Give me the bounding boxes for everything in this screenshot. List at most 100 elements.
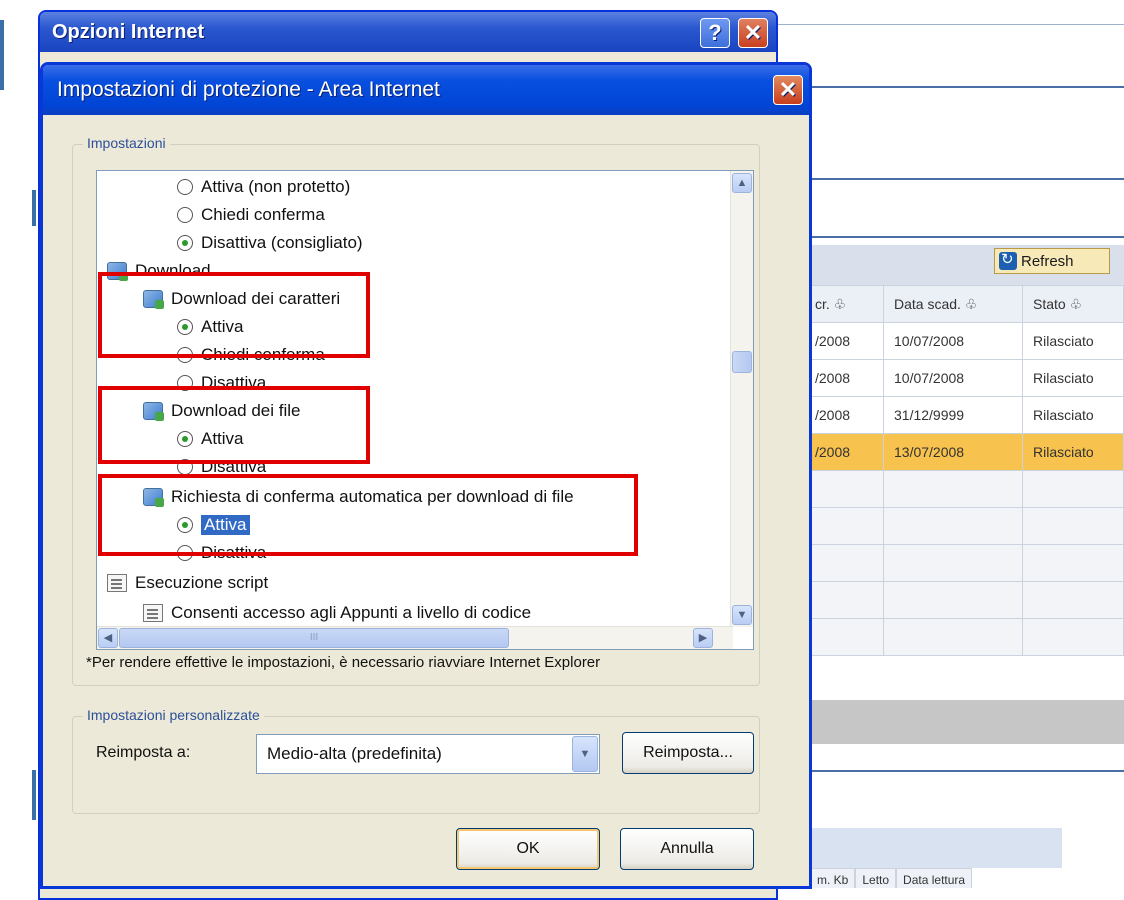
tree-item-label: Chiedi conferma bbox=[201, 205, 325, 224]
scroll-up-icon[interactable]: ▲ bbox=[732, 173, 752, 193]
tree-item[interactable]: Disattiva bbox=[177, 539, 266, 567]
radio-unchecked[interactable] bbox=[177, 179, 193, 195]
radio-checked[interactable] bbox=[177, 517, 193, 533]
custom-settings-label: Impostazioni personalizzate bbox=[83, 707, 264, 723]
setting-icon bbox=[143, 488, 164, 507]
tree-category-label: Esecuzione script bbox=[135, 573, 269, 592]
tree-item-label: Attiva bbox=[201, 429, 244, 448]
radio-checked[interactable] bbox=[177, 319, 193, 335]
vertical-scrollbar[interactable]: ▲ ▼ bbox=[730, 171, 753, 627]
table-cell: 10/07/2008 bbox=[883, 322, 1023, 360]
tree-item[interactable]: Disattiva bbox=[177, 369, 266, 397]
tree-category-label: Download bbox=[135, 261, 211, 280]
outer-window-title: Opzioni Internet bbox=[52, 21, 205, 43]
tree-setting-label: Download dei caratteri bbox=[171, 289, 341, 308]
table-row[interactable]: /2008 10/07/2008 Rilasciato bbox=[810, 322, 1124, 360]
horizontal-scrollbar[interactable]: ◀ III ▶ bbox=[97, 626, 733, 649]
column-header[interactable]: Stato ♧ bbox=[1022, 285, 1124, 323]
bg-divider bbox=[778, 24, 1124, 25]
table-row-empty bbox=[810, 618, 1124, 656]
dialog-close-button[interactable]: ✕ bbox=[773, 75, 803, 105]
radio-checked[interactable] bbox=[177, 235, 193, 251]
help-button[interactable]: ? bbox=[700, 18, 730, 48]
outer-close-button[interactable]: ✕ bbox=[738, 18, 768, 48]
tree-item[interactable]: Disattiva (consigliato) bbox=[177, 229, 363, 257]
chevron-down-icon[interactable]: ▼ bbox=[572, 736, 598, 772]
outer-title-bar[interactable]: Opzioni Internet ? ✕ bbox=[40, 12, 776, 52]
setting-icon bbox=[143, 290, 164, 309]
tree-item-label: Disattiva bbox=[201, 543, 267, 562]
tree-item-label: Disattiva bbox=[201, 457, 267, 476]
bg-left-bar bbox=[0, 20, 4, 90]
column-header[interactable]: m. Kb bbox=[810, 868, 856, 888]
tree-item[interactable]: Chiedi conferma bbox=[177, 341, 325, 369]
tree-setting: Download dei caratteri bbox=[143, 285, 340, 313]
tree-category: Esecuzione script bbox=[107, 569, 268, 597]
reset-button[interactable]: Reimposta... bbox=[622, 732, 754, 774]
tree-setting: Download dei file bbox=[143, 397, 300, 425]
table-header-row: cr. ♧ Data scad. ♧ Stato ♧ bbox=[810, 285, 1124, 323]
tree-item-selected[interactable]: Attiva bbox=[177, 511, 250, 539]
tree-item-label: Attiva (non protetto) bbox=[201, 177, 351, 196]
tree-setting-label: Download dei file bbox=[171, 401, 301, 420]
second-grid-columns: m. Kb Letto Data lettura bbox=[810, 868, 973, 888]
scroll-right-icon[interactable]: ▶ bbox=[693, 628, 713, 648]
tree-setting-label: Consenti accesso agli Appunti a livello … bbox=[171, 603, 532, 622]
table-row-selected[interactable]: /2008 13/07/2008 Rilasciato bbox=[810, 433, 1124, 471]
table-row-empty bbox=[810, 470, 1124, 508]
column-header[interactable]: Letto bbox=[855, 868, 897, 888]
table-row[interactable]: /2008 31/12/9999 Rilasciato bbox=[810, 396, 1124, 434]
scroll-down-icon[interactable]: ▼ bbox=[732, 605, 752, 625]
tree-setting: Consenti accesso agli Appunti a livello … bbox=[143, 599, 531, 627]
documents-table: cr. ♧ Data scad. ♧ Stato ♧ /2008 10/07/2… bbox=[810, 285, 1124, 656]
column-header[interactable]: Data scad. ♧ bbox=[883, 285, 1023, 323]
restart-note: *Per rendere effettive le impostazioni, … bbox=[86, 654, 601, 671]
tree-item[interactable]: Attiva (non protetto) bbox=[177, 173, 350, 201]
refresh-label: Refresh bbox=[1021, 252, 1074, 270]
tree-item-label: Disattiva bbox=[201, 373, 267, 392]
reset-to-label: Reimposta a: bbox=[96, 744, 191, 761]
table-cell: /2008 bbox=[810, 396, 884, 434]
radio-checked[interactable] bbox=[177, 431, 193, 447]
tree-item[interactable]: Attiva bbox=[177, 313, 244, 341]
tree-setting: Richiesta di conferma automatica per dow… bbox=[143, 483, 574, 511]
radio-unchecked[interactable] bbox=[177, 375, 193, 391]
scroll-thumb[interactable] bbox=[732, 351, 752, 373]
table-row[interactable]: /2008 10/07/2008 Rilasciato bbox=[810, 359, 1124, 397]
radio-unchecked[interactable] bbox=[177, 347, 193, 363]
ok-button[interactable]: OK bbox=[456, 828, 600, 870]
dialog-title: Impostazioni di protezione - Area Intern… bbox=[57, 78, 440, 101]
bg-left-bar bbox=[32, 190, 36, 226]
settings-tree[interactable]: Attiva (non protetto) Chiedi conferma Di… bbox=[96, 170, 754, 650]
tree-item-label: Attiva bbox=[201, 317, 244, 336]
bg-divider bbox=[778, 178, 1124, 180]
setting-icon bbox=[143, 402, 164, 421]
table-cell: 10/07/2008 bbox=[883, 359, 1023, 397]
scroll-thumb[interactable]: III bbox=[119, 628, 509, 648]
column-header[interactable]: cr. ♧ bbox=[810, 285, 884, 323]
settings-group-label: Impostazioni bbox=[83, 135, 170, 151]
table-cell: Rilasciato bbox=[1022, 433, 1124, 471]
table-cell: Rilasciato bbox=[1022, 322, 1124, 360]
tree-setting-label: Richiesta di conferma automatica per dow… bbox=[171, 487, 574, 506]
scroll-left-icon[interactable]: ◀ bbox=[98, 628, 118, 648]
cancel-button[interactable]: Annulla bbox=[620, 828, 754, 870]
tree-item-label: Disattiva (consigliato) bbox=[201, 233, 363, 252]
bg-divider bbox=[778, 86, 1124, 88]
table-cell: 31/12/9999 bbox=[883, 396, 1023, 434]
radio-unchecked[interactable] bbox=[177, 459, 193, 475]
radio-unchecked[interactable] bbox=[177, 545, 193, 561]
reset-level-select[interactable]: Medio-alta (predefinita) ▼ bbox=[256, 734, 600, 774]
tree-item[interactable]: Attiva bbox=[177, 425, 244, 453]
grid-footer bbox=[810, 700, 1124, 744]
radio-unchecked[interactable] bbox=[177, 207, 193, 223]
tree-item[interactable]: Chiedi conferma bbox=[177, 201, 325, 229]
dialog-title-bar[interactable]: Impostazioni di protezione - Area Intern… bbox=[43, 65, 809, 115]
tree-item[interactable]: Disattiva bbox=[177, 453, 266, 481]
table-row-empty bbox=[810, 581, 1124, 619]
setting-icon bbox=[143, 604, 163, 622]
refresh-button[interactable]: Refresh bbox=[994, 248, 1110, 274]
bg-left-bar bbox=[32, 770, 36, 820]
column-header[interactable]: Data lettura bbox=[896, 868, 973, 888]
reset-level-value: Medio-alta (predefinita) bbox=[267, 744, 442, 763]
